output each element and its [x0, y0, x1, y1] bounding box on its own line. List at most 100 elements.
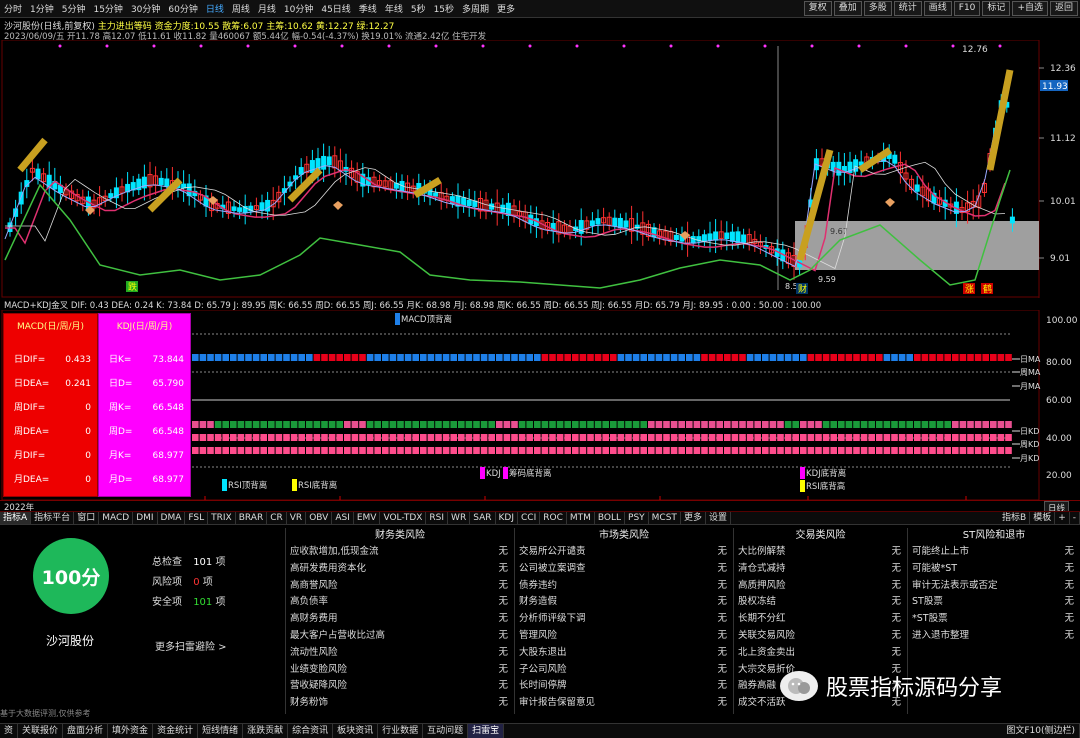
risk-item[interactable]: 高财务费用 无: [286, 611, 514, 628]
toolbar-button[interactable]: 多股: [863, 1, 892, 16]
toolbar-button[interactable]: 画线: [923, 1, 952, 16]
risk-item[interactable]: 营收疑降风险 无: [286, 678, 514, 695]
bottom-tab[interactable]: 关联报价: [18, 724, 64, 738]
bottom-tab[interactable]: 综合资讯: [288, 724, 334, 738]
period-tab[interactable]: 季线: [355, 2, 381, 15]
event-mark[interactable]: 涨: [965, 284, 974, 295]
risk-item[interactable]: 高研发费用资本化 无: [286, 561, 514, 578]
indicator-tab[interactable]: MACD: [99, 512, 134, 524]
toolbar-button[interactable]: 统计: [893, 1, 922, 16]
period-tab[interactable]: 更多: [493, 2, 519, 15]
bottom-tab[interactable]: 填外资金: [108, 724, 154, 738]
indicator-tab[interactable]: CR: [267, 512, 287, 524]
bottom-tab[interactable]: 板块资讯: [333, 724, 379, 738]
toolbar-button[interactable]: +自选: [1012, 1, 1048, 16]
risk-item[interactable]: 进入退市整理 无: [908, 628, 1080, 645]
bottom-tab[interactable]: 短线情绪: [198, 724, 244, 738]
indicator-tab[interactable]: EMV: [354, 512, 381, 524]
risk-item[interactable]: 大股东退出 无: [515, 645, 733, 662]
risk-item[interactable]: 可能终止上市 无: [908, 544, 1080, 561]
risk-item[interactable]: 财务造假 无: [515, 594, 733, 611]
risk-item[interactable]: 子公司风险 无: [515, 662, 733, 679]
indicator-tab[interactable]: 设置: [706, 512, 731, 524]
indicator-tab[interactable]: WR: [448, 512, 471, 524]
risk-item[interactable]: 可能被*ST 无: [908, 561, 1080, 578]
risk-item[interactable]: 北上资金卖出 无: [734, 645, 907, 662]
period-tab[interactable]: 日线: [202, 2, 228, 15]
risk-item[interactable]: ST股票 无: [908, 594, 1080, 611]
bottom-tab[interactable]: 盘面分析: [63, 724, 109, 738]
risk-item[interactable]: 清仓式减持 无: [734, 561, 907, 578]
risk-item[interactable]: 公司被立案调查 无: [515, 561, 733, 578]
risk-item[interactable]: 高负债率 无: [286, 594, 514, 611]
bottom-tab[interactable]: 互动问题: [423, 724, 469, 738]
indicator-tab[interactable]: OBV: [306, 512, 333, 524]
risk-item[interactable]: 长期不分红 无: [734, 611, 907, 628]
indicator-tab[interactable]: RSI: [426, 512, 449, 524]
toolbar-button[interactable]: 叠加: [833, 1, 862, 16]
tabbar-right-button[interactable]: -: [1070, 512, 1080, 524]
indicator-tab[interactable]: PSY: [625, 512, 649, 524]
period-tab[interactable]: 5分钟: [58, 2, 90, 15]
period-tab[interactable]: 15秒: [430, 2, 458, 15]
risk-item[interactable]: 审计报告保留意见 无: [515, 695, 733, 712]
risk-item[interactable]: 高质押风险 无: [734, 578, 907, 595]
toolbar-button[interactable]: 标记: [982, 1, 1011, 16]
period-tab[interactable]: 周线: [228, 2, 254, 15]
tabbar-right-button[interactable]: 指标B: [999, 512, 1031, 524]
risk-item[interactable]: 最大客户占营收比过高 无: [286, 628, 514, 645]
period-tab[interactable]: 5秒: [407, 2, 430, 15]
indicator-tab[interactable]: DMA: [158, 512, 186, 524]
period-tab[interactable]: 月线: [254, 2, 280, 15]
indicator-tab[interactable]: FSL: [185, 512, 209, 524]
risk-item[interactable]: *ST股票 无: [908, 611, 1080, 628]
indicator-tab[interactable]: DMI: [133, 512, 158, 524]
indicator-chart[interactable]: 100.00 80.00 60.00 40.00 20.00 日MA 周MA 月MA 日KD 周K…: [0, 310, 1080, 510]
risk-item[interactable]: 应收款增加,低现金流 无: [286, 544, 514, 561]
risk-item[interactable]: 分析师评级下调 无: [515, 611, 733, 628]
bottom-tab[interactable]: 涨跌贡献: [243, 724, 289, 738]
period-tab[interactable]: 分时: [0, 2, 26, 15]
bottom-tab[interactable]: 资金统计: [153, 724, 199, 738]
event-mark[interactable]: 跌: [128, 282, 137, 293]
risk-item[interactable]: 关联交易风险 无: [734, 628, 907, 645]
indicator-tab[interactable]: CCI: [518, 512, 541, 524]
indicator-tab[interactable]: MCST: [649, 512, 681, 524]
risk-item[interactable]: 股权冻结 无: [734, 594, 907, 611]
period-tab[interactable]: 多周期: [458, 2, 493, 15]
indicator-tab[interactable]: KDJ: [496, 512, 518, 524]
indicator-tab[interactable]: TRIX: [208, 512, 236, 524]
risk-item[interactable]: 业绩变脸风险 无: [286, 662, 514, 679]
tabbar-right-button[interactable]: 模板: [1030, 512, 1056, 524]
indicator-tab[interactable]: 指标平台: [31, 512, 75, 524]
indicator-tab[interactable]: ASI: [332, 512, 354, 524]
period-tab[interactable]: 10分钟: [280, 2, 317, 15]
toolbar-button[interactable]: 返回: [1049, 1, 1078, 16]
period-tab[interactable]: 年线: [381, 2, 407, 15]
risk-item[interactable]: 债券违约 无: [515, 578, 733, 595]
risk-item[interactable]: 流动性风险 无: [286, 645, 514, 662]
bottom-tab[interactable]: 资: [0, 724, 19, 738]
toolbar-button[interactable]: F10: [953, 1, 981, 16]
risk-item[interactable]: 大比例解禁 无: [734, 544, 907, 561]
indicator-tab[interactable]: 指标A: [0, 512, 32, 524]
period-tab[interactable]: 30分钟: [127, 2, 164, 15]
risk-item[interactable]: 长时间停牌 无: [515, 678, 733, 695]
indicator-tab[interactable]: VR: [287, 512, 307, 524]
risk-item[interactable]: 审计无法表示或否定 无: [908, 578, 1080, 595]
f10-sidebar-button[interactable]: 图文F10(侧边栏): [1002, 724, 1080, 738]
indicator-tab[interactable]: MTM: [567, 512, 595, 524]
bottom-tab[interactable]: 扫雷宝: [468, 724, 505, 738]
candlestick-chart[interactable]: 12.3611.1210.019.0111.9312.769.598.539.6…: [0, 40, 1080, 298]
indicator-tab[interactable]: SAR: [470, 512, 496, 524]
risk-item[interactable]: 高商誉风险 无: [286, 578, 514, 595]
toolbar-button[interactable]: 复权: [803, 1, 832, 16]
risk-item[interactable]: 交易所公开谴责 无: [515, 544, 733, 561]
event-mark[interactable]: 鹤: [983, 283, 992, 295]
event-mark[interactable]: 财: [798, 283, 807, 295]
indicator-tab[interactable]: VOL-TDX: [380, 512, 427, 524]
risk-item[interactable]: 管理风险 无: [515, 628, 733, 645]
period-tab[interactable]: 1分钟: [26, 2, 58, 15]
indicator-tab[interactable]: ROC: [540, 512, 567, 524]
risk-item[interactable]: 财务粉饰 无: [286, 695, 514, 712]
